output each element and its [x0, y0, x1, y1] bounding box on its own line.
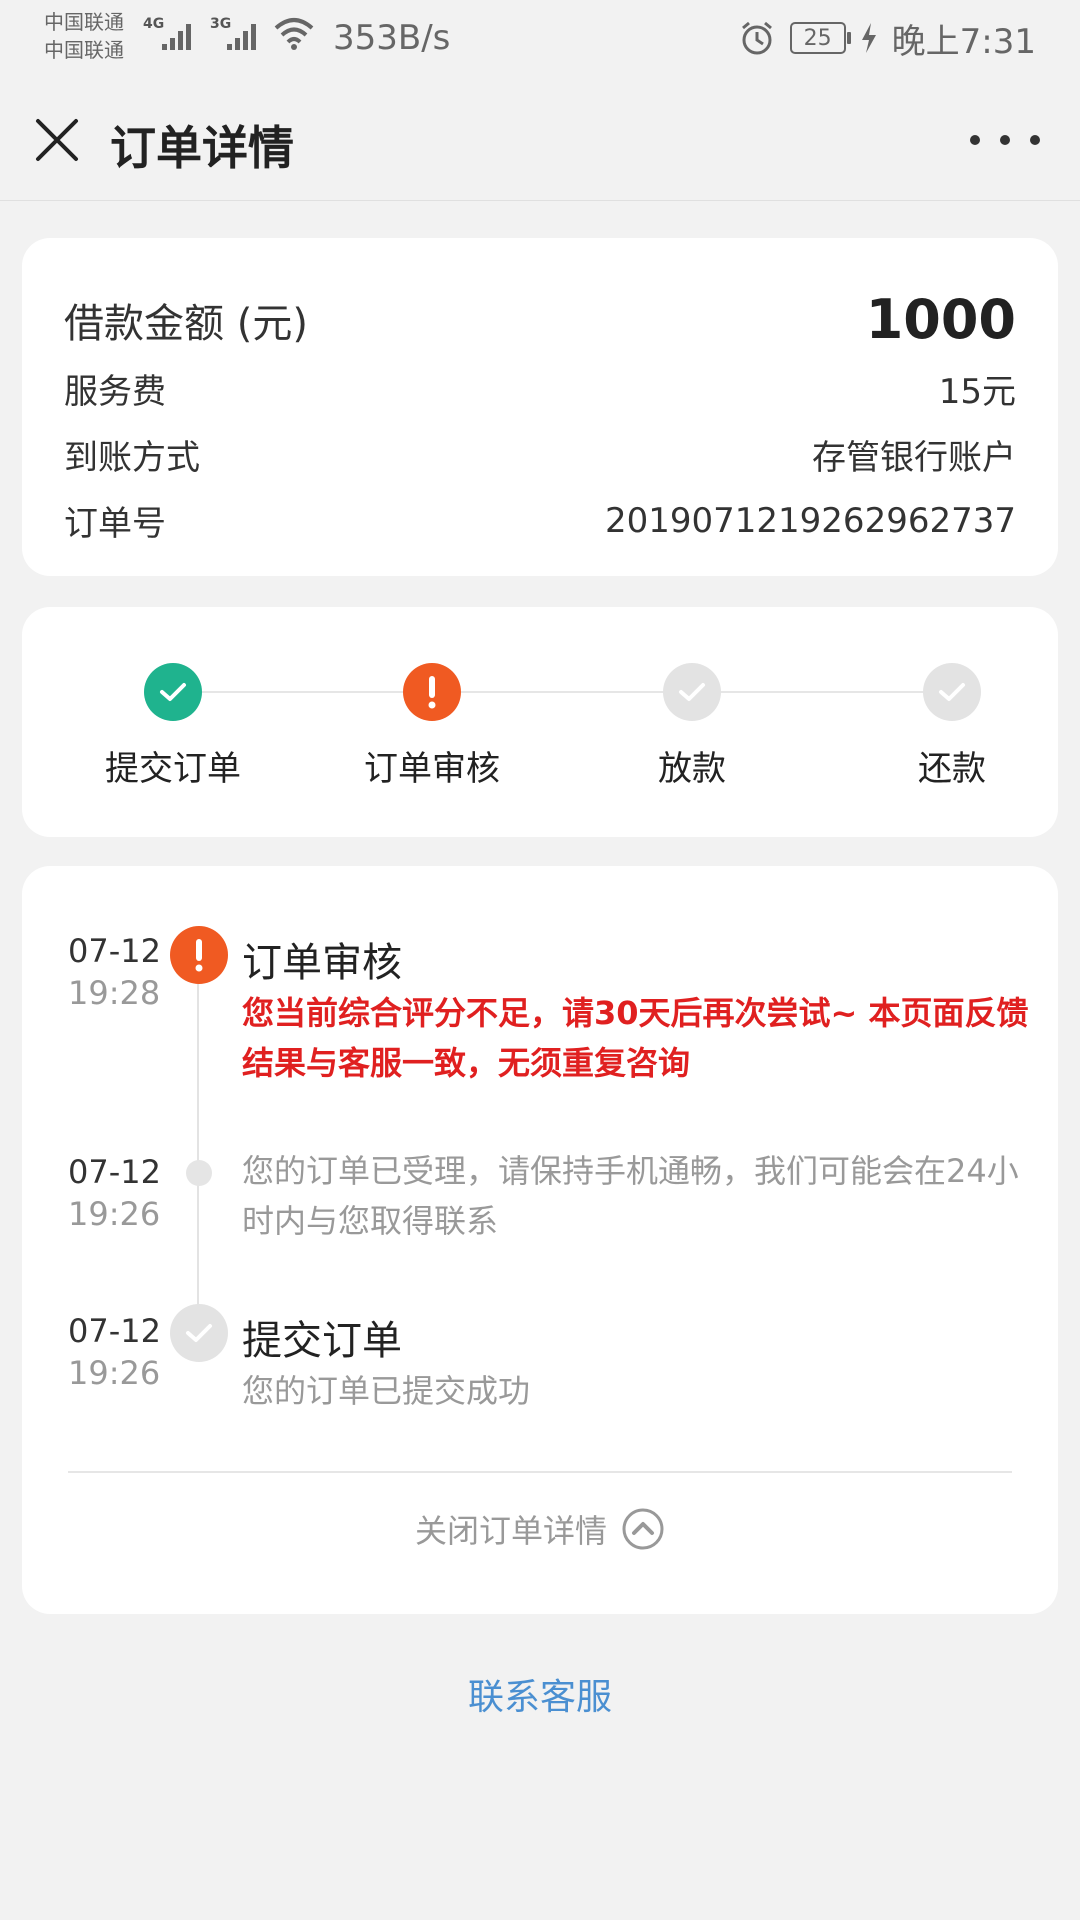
carrier-2: 中国联通: [44, 38, 124, 62]
timeline-time: 19:26: [68, 1354, 161, 1392]
carrier-1: 中国联通: [44, 10, 124, 34]
step-repay: 还款: [852, 663, 1052, 790]
amount-row: 借款金额 (元) 1000: [64, 288, 1016, 351]
more-icon[interactable]: [970, 120, 1040, 160]
timeline-date: 07-12: [68, 1312, 161, 1350]
timeline-time: 19:28: [68, 974, 161, 1012]
collapse-label: 关闭订单详情: [414, 1512, 607, 1550]
timeline-desc: 您的订单已提交成功: [242, 1372, 531, 1410]
amount-value: 1000: [865, 288, 1016, 351]
order-value: 2019071219262962737: [604, 500, 1016, 541]
battery-icon: 25: [789, 22, 851, 54]
fee-label: 服务费: [64, 372, 166, 412]
divider: [68, 1471, 1012, 1473]
wifi-icon: [274, 18, 314, 50]
fee-row: 服务费 15元: [64, 364, 1016, 413]
network-speed: 353B/s: [333, 18, 451, 58]
fee-value: 15元: [938, 372, 1016, 412]
page-title: 订单详情: [110, 121, 294, 175]
status-bar: 中国联通 中国联通 4G 3G 353B/s 25 晚上7:31: [0, 0, 1080, 80]
amount-label: 借款金额 (元): [64, 300, 308, 347]
step-label: 还款: [918, 749, 986, 789]
timeline-desc: 您的订单已受理，请保持手机通畅，我们可能会在24小时内与您取得联系: [242, 1152, 1019, 1240]
close-icon[interactable]: [30, 113, 84, 167]
battery-level: 25: [803, 25, 832, 51]
alarm-icon: [741, 21, 772, 55]
order-label: 订单号: [64, 504, 166, 544]
timeline-time: 19:26: [68, 1195, 161, 1233]
method-value: 存管银行账户: [812, 438, 1016, 478]
collapse-details-button[interactable]: 关闭订单详情: [22, 1506, 1058, 1552]
method-label: 到账方式: [64, 438, 200, 478]
loan-info-card: 借款金额 (元) 1000 服务费 15元 到账方式 存管银行账户 订单号 20…: [22, 238, 1058, 576]
charging-icon: [861, 23, 876, 53]
carrier-block: 中国联通 中国联通: [44, 8, 124, 64]
signal-icon-2: [227, 24, 256, 50]
step-label: 订单审核: [364, 749, 500, 789]
method-row: 到账方式 存管银行账户: [64, 430, 1016, 479]
order-row: 订单号 2019071219262962737: [64, 496, 1016, 545]
check-icon: [663, 663, 721, 721]
alert-icon: [170, 926, 228, 984]
timeline-title: 订单审核: [242, 940, 402, 986]
step-disburse: 放款: [592, 663, 792, 790]
timeline-line: [197, 956, 199, 1336]
signal-icon-1: [162, 24, 191, 50]
progress-steps-card: 提交订单 订单审核 放款 还款: [22, 607, 1058, 837]
timeline-date: 07-12: [68, 932, 161, 970]
clock: 晚上7:31: [891, 21, 1036, 62]
timeline-dot: [186, 1160, 212, 1186]
check-icon: [923, 663, 981, 721]
step-label: 放款: [658, 749, 726, 789]
chevron-up-icon: [622, 1508, 664, 1550]
order-timeline-card: 07-12 19:28 订单审核 您当前综合评分不足，请30天后再次尝试~ 本页…: [22, 866, 1058, 1614]
step-submit: 提交订单: [73, 663, 273, 790]
nav-bar: 订单详情: [0, 80, 1080, 201]
step-label: 提交订单: [105, 749, 241, 789]
timeline-desc: 您当前综合评分不足，请30天后再次尝试~ 本页面反馈结果与客服一致，无须重复咨询: [242, 994, 1029, 1082]
check-icon: [144, 663, 202, 721]
check-icon: [170, 1304, 228, 1362]
timeline-title: 提交订单: [242, 1318, 402, 1364]
right-status: 25 晚上7:31: [738, 16, 1036, 62]
timeline-date: 07-12: [68, 1153, 161, 1191]
alert-icon: [403, 663, 461, 721]
contact-service-link[interactable]: 联系客服: [0, 1668, 1080, 1720]
step-review: 订单审核: [332, 663, 532, 790]
